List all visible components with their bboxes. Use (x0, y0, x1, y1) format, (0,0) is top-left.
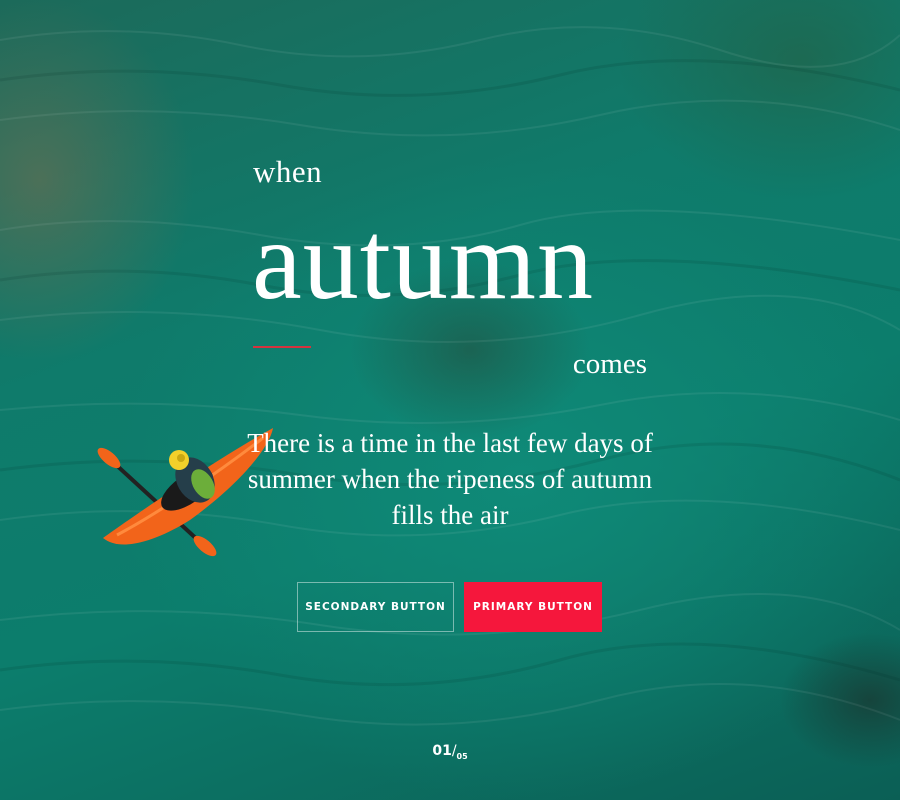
water-texture (0, 26, 900, 726)
accent-divider (253, 346, 311, 348)
slide-counter: 01/05 (420, 740, 480, 761)
hero-background (0, 0, 900, 800)
hero-tagline: There is a time in the last few days of … (247, 428, 653, 530)
hero-subhead: comes (572, 348, 647, 380)
hero-headline: autumn (252, 199, 594, 323)
primary-button[interactable]: PRIMARY BUTTON (464, 582, 602, 632)
slide-current: 01 (432, 743, 452, 759)
secondary-button[interactable]: SECONDARY BUTTON (297, 582, 454, 632)
hero-eyebrow: when (253, 154, 323, 189)
slide-total: 05 (456, 752, 468, 761)
